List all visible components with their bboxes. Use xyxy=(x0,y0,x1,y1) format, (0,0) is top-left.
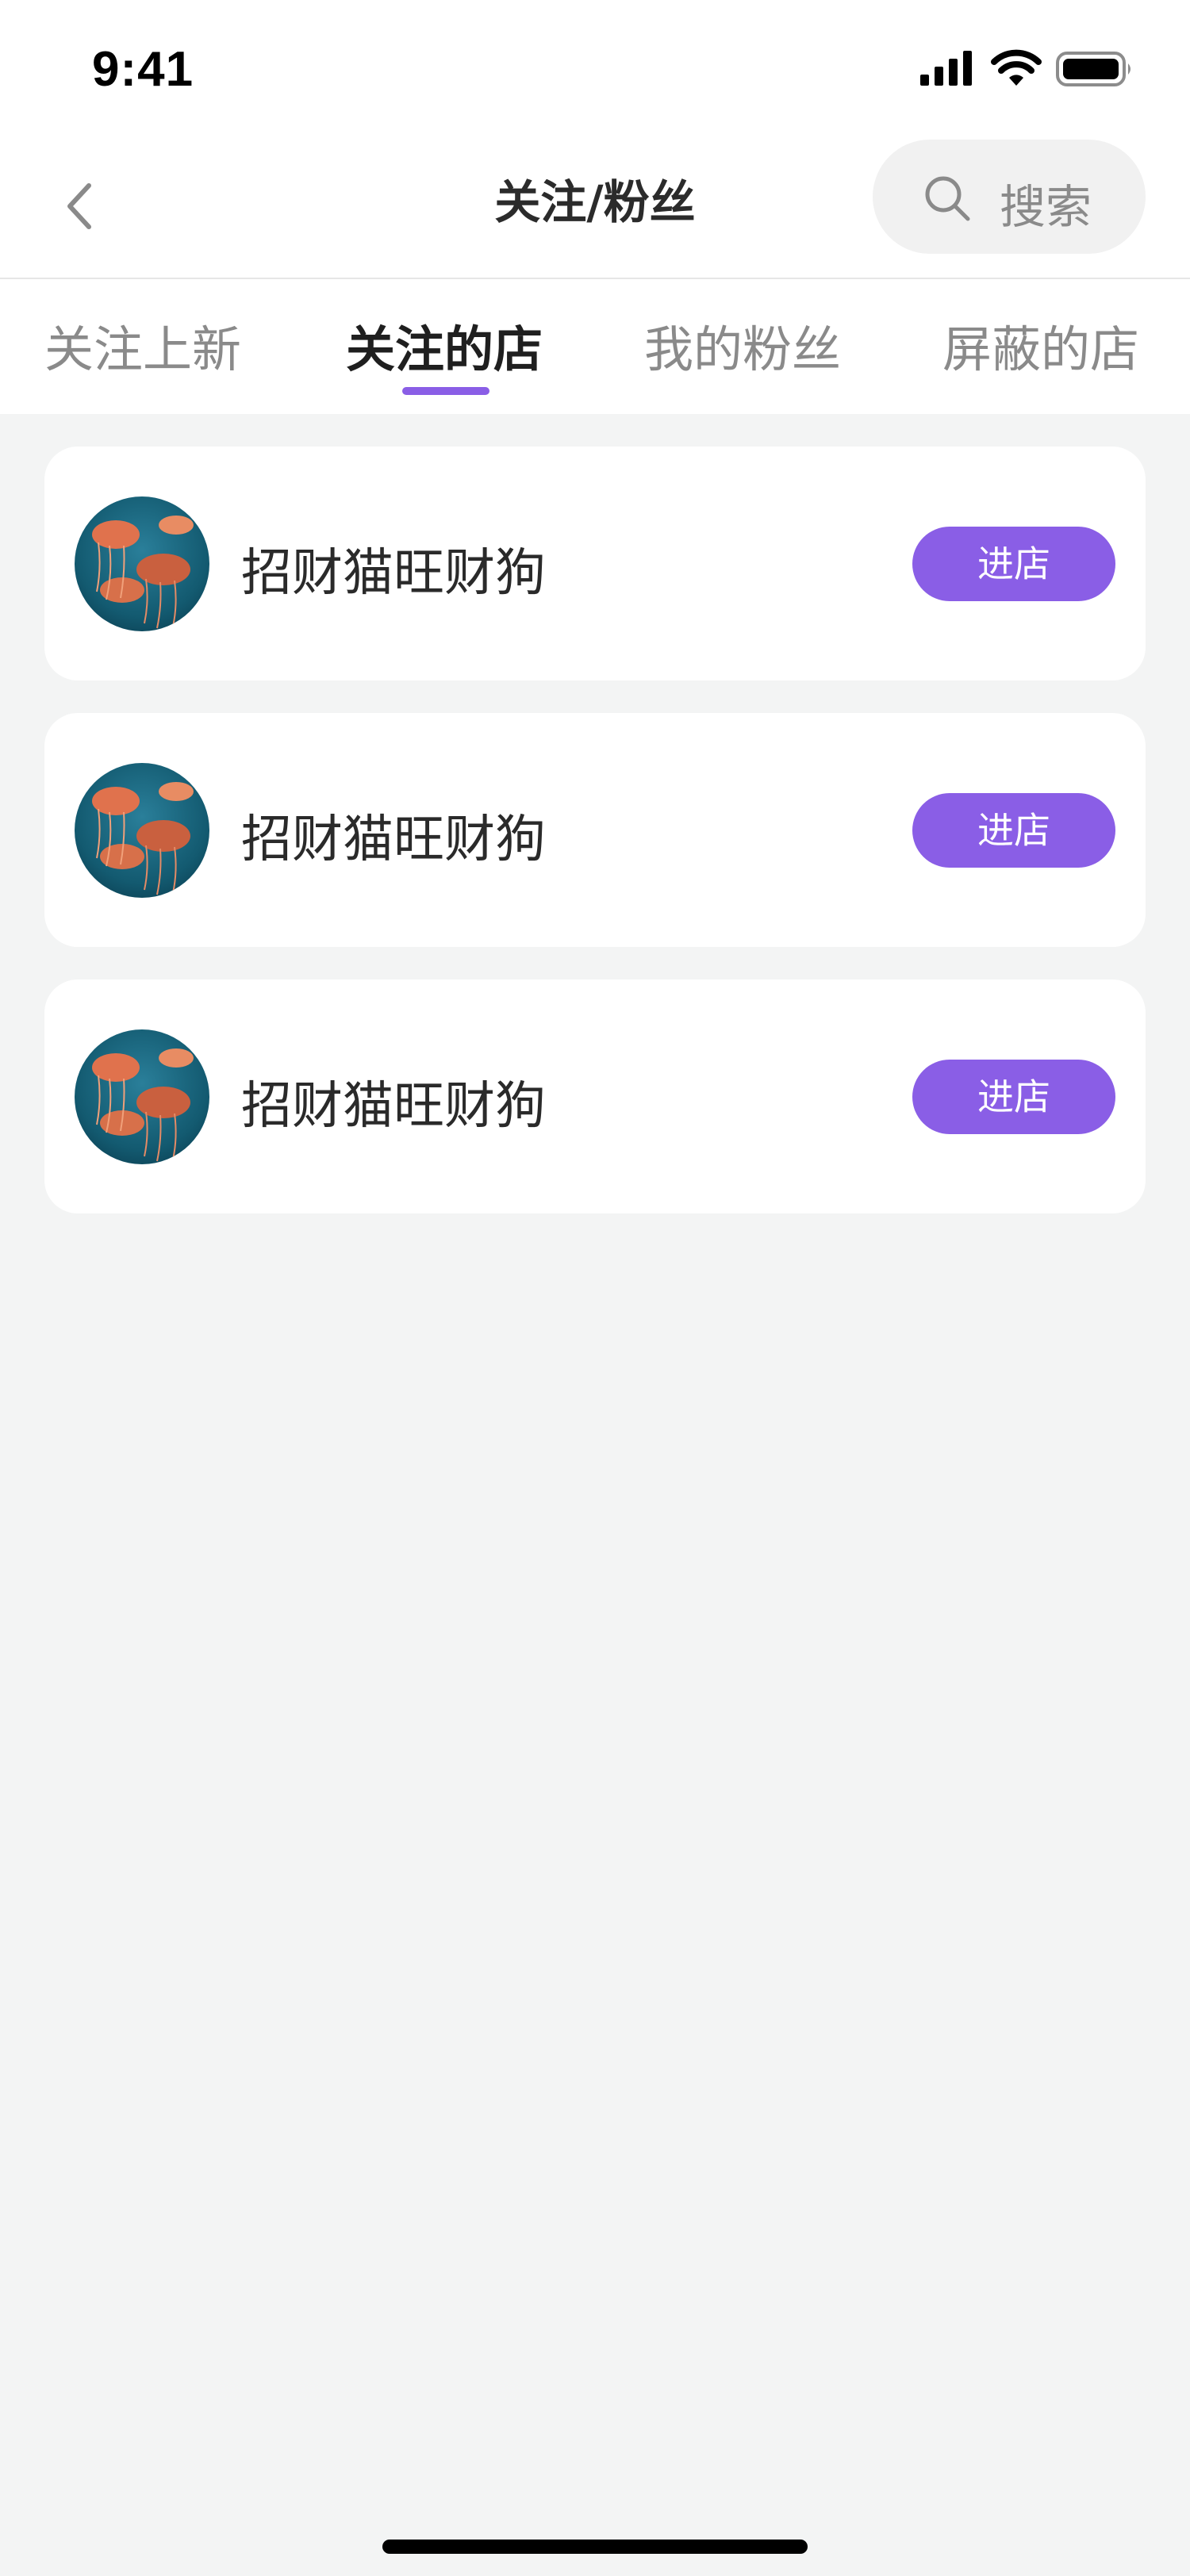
store-name: 招财猫旺财狗 xyxy=(241,544,546,603)
status-bar: 9:41 xyxy=(0,0,1190,135)
store-avatar xyxy=(75,763,209,898)
store-card[interactable]: 招财猫旺财狗 进店 xyxy=(44,447,1146,680)
active-tab-indicator xyxy=(402,387,489,395)
search-label: 搜索 xyxy=(1000,180,1092,234)
enter-store-button[interactable]: 进店 xyxy=(912,793,1115,868)
store-card[interactable]: 招财猫旺财狗 进店 xyxy=(44,979,1146,1213)
tab-following-new[interactable]: 关注上新 xyxy=(44,309,241,381)
store-card[interactable]: 招财猫旺财狗 进店 xyxy=(44,713,1146,947)
search-button[interactable]: 搜索 xyxy=(873,140,1146,254)
tab-blocked-stores[interactable]: 屏蔽的店 xyxy=(942,309,1139,381)
wifi-icon xyxy=(991,49,1042,86)
tab-bar: 关注上新 关注的店 我的粉丝 屏蔽的店 xyxy=(0,279,1190,414)
store-name: 招财猫旺财狗 xyxy=(241,811,546,869)
enter-store-button[interactable]: 进店 xyxy=(912,527,1115,601)
home-indicator xyxy=(382,2540,808,2554)
tab-followed-stores[interactable]: 关注的店 xyxy=(346,309,543,381)
nav-header: 关注/粉丝 搜索 xyxy=(0,135,1190,279)
store-name: 招财猫旺财狗 xyxy=(241,1077,546,1136)
status-time: 9:41 xyxy=(92,42,194,97)
search-icon xyxy=(925,176,970,221)
tab-my-fans[interactable]: 我的粉丝 xyxy=(644,309,841,381)
cellular-signal-icon xyxy=(920,51,972,86)
screen: 9:41 关注/粉丝 搜索 关注上新 关注的店 我的粉丝 屏蔽的店 招财猫旺财狗… xyxy=(0,0,1190,2576)
store-avatar xyxy=(75,496,209,631)
store-avatar xyxy=(75,1029,209,1164)
enter-store-button[interactable]: 进店 xyxy=(912,1060,1115,1134)
battery-icon xyxy=(1056,52,1130,86)
